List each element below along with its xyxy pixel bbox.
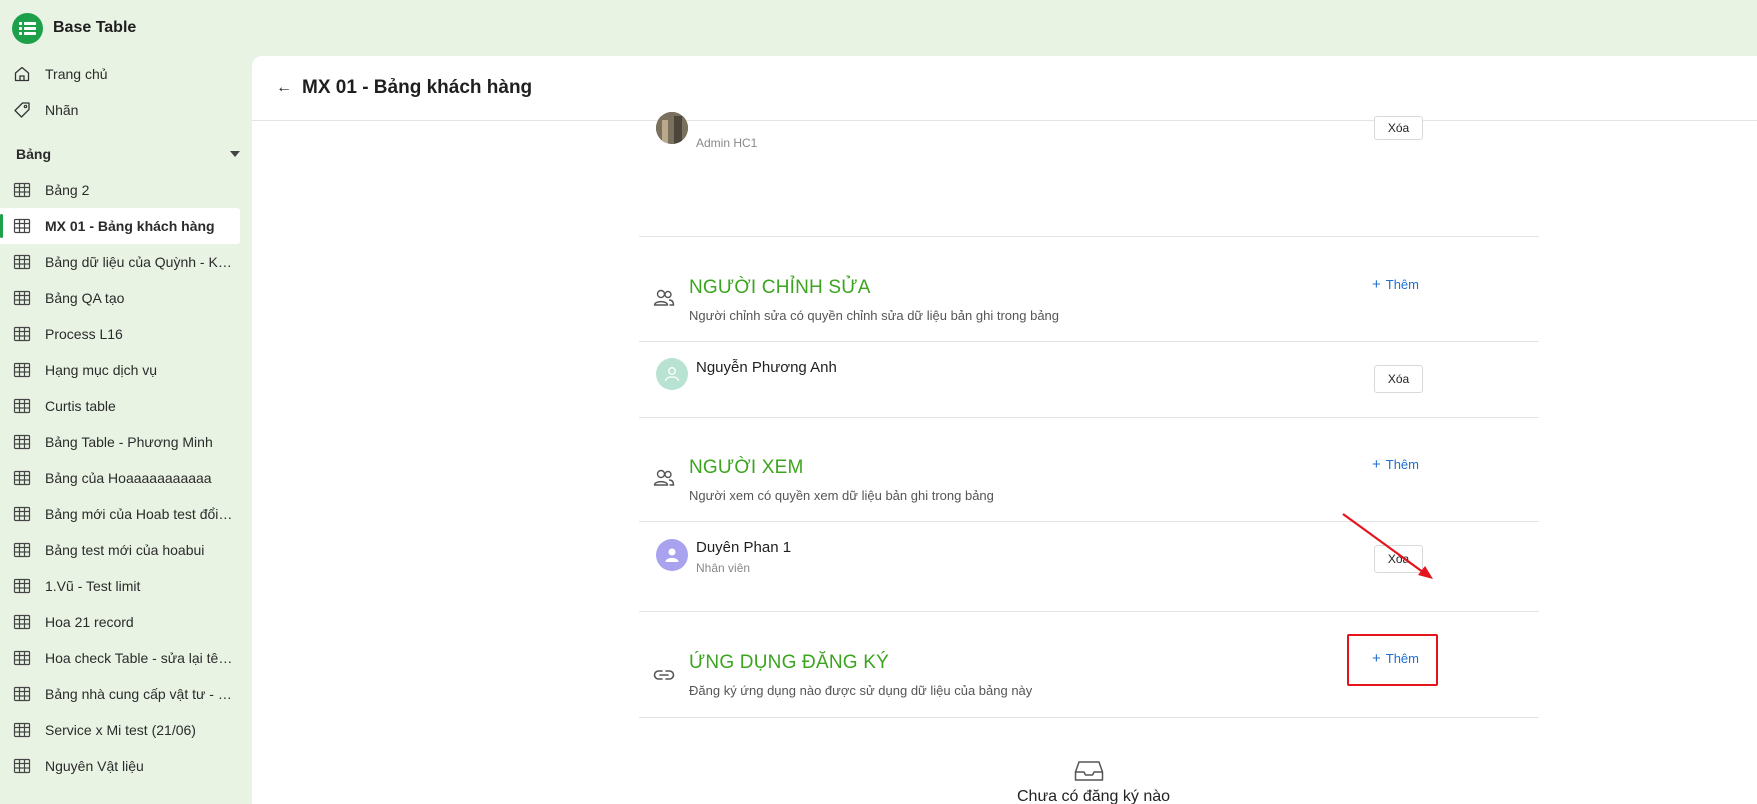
table-grid-icon [13,686,31,702]
sidebar-table-label: Bảng của Hoaaaaaaaaaaa [45,470,212,486]
nav-item-home[interactable]: Trang chủ [0,56,252,92]
tables-section-label: Bảng [16,146,51,162]
sidebar-table-item[interactable]: 1.Vũ - Test limit [0,568,240,604]
sidebar-table-item[interactable]: Process L16 [0,316,240,352]
sidebar-table-label: Bảng test mới của hoabui [45,542,205,558]
nav-item-label: Trang chủ [45,66,108,82]
table-grid-icon [13,542,31,558]
caret-down-icon[interactable] [230,151,240,157]
sidebar-table-label: Bảng 2 [45,182,90,198]
sidebar-table-item[interactable]: Hoa check Table - sửa lại tên... [0,640,240,676]
table-grid-icon [13,758,31,774]
table-grid-icon [13,434,31,450]
app-title: Base Table [53,19,137,36]
table-grid-icon [13,290,31,306]
table-grid-icon [13,182,31,198]
sidebar-table-item[interactable]: Curtis table [0,388,240,424]
table-list: Bảng 2 MX 01 - Bảng khách hàng Bảng dữ liệ… [0,172,252,784]
sidebar-table-label: Bảng QA tạo [45,290,125,306]
sidebar-table-label: Hạng mục dịch vụ [45,362,158,378]
table-grid-icon [13,650,31,666]
app-logo-icon[interactable] [12,12,43,44]
sidebar-table-label: Bảng nhà cung cấp vật tư - CE [45,686,233,702]
sidebar-table-label: Service x Mi test (21/06) [45,722,196,738]
table-grid-icon [13,398,31,414]
table-grid-icon [13,326,31,342]
sidebar-table-label: Hoa 21 record [45,614,134,630]
table-grid-icon [13,218,31,234]
table-grid-icon [13,254,31,270]
sidebar-table-item[interactable]: Bảng của Hoaaaaaaaaaaa [0,460,240,496]
top-bar: Base Table [0,0,1757,56]
table-grid-icon [13,506,31,522]
sidebar-table-label: Bảng dữ liệu của Quỳnh - KH... [45,254,233,270]
sidebar-table-label: Nguyên Vật liệu [45,758,144,774]
sidebar-table-item[interactable]: MX 01 - Bảng khách hàng [0,208,240,244]
table-grid-icon [13,470,31,486]
sidebar-table-item[interactable]: Bảng mới của Hoab test đổi ... [0,496,240,532]
nav-item-label: Nhãn [45,102,79,118]
home-icon [12,64,32,84]
table-grid-icon [13,362,31,378]
sidebar-table-item[interactable]: Bảng 2 [0,172,240,208]
sidebar-table-label: Bảng Table - Phương Minh [45,434,213,450]
sidebar-table-item[interactable]: Nguyên Vật liệu [0,748,240,784]
table-grid-icon [13,722,31,738]
sidebar-table-item[interactable]: Bảng dữ liệu của Quỳnh - KH... [0,244,240,280]
sidebar-table-item[interactable]: Hoa 21 record [0,604,240,640]
sidebar-table-label: Bảng mới của Hoab test đổi ... [45,506,233,522]
sidebar-table-label: Curtis table [45,398,116,414]
sidebar-table-item[interactable]: Hạng mục dịch vụ [0,352,240,388]
sidebar-table-label: 1.Vũ - Test limit [45,578,141,594]
sidebar-table-item[interactable]: Bảng nhà cung cấp vật tư - CE [0,676,240,712]
sidebar-table-item[interactable]: Bảng QA tạo [0,280,240,316]
annotation-arrow-icon [1342,513,1433,579]
sidebar-table-label: MX 01 - Bảng khách hàng [45,218,215,234]
sidebar-table-item[interactable]: Bảng test mới của hoabui [0,532,240,568]
sidebar-table-label: Process L16 [45,326,123,342]
tag-icon [12,100,32,120]
sidebar-table-item[interactable]: Bảng Table - Phương Minh [0,424,240,460]
nav-item-labels[interactable]: Nhãn [0,92,252,128]
main-panel: ← MX 01 - Bảng khách hàng Admin HC1 Xóa … [252,56,1757,804]
tables-section-header[interactable]: Bảng [0,136,252,172]
table-grid-icon [13,614,31,630]
sidebar-table-item[interactable]: Service x Mi test (21/06) [0,712,240,748]
table-grid-icon [13,578,31,594]
sidebar-table-label: Hoa check Table - sửa lại tên... [45,650,233,666]
sidebar: Trang chủ Nhãn Bảng Bảng 2 MX 01 - Bảng k… [0,56,252,804]
